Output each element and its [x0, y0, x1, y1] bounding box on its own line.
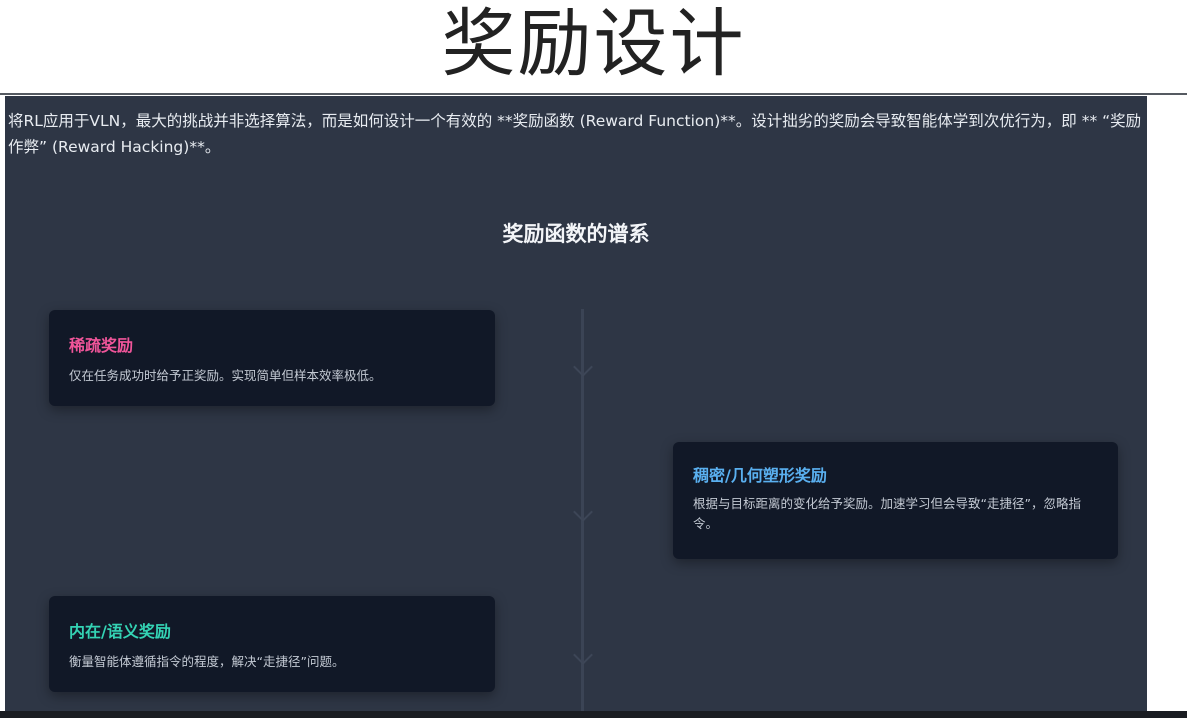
section-title: 奖励函数的谱系	[502, 222, 650, 246]
reward-card-description: 根据与目标距离的变化给予奖励。加速学习但会导致“走捷径”，忽略指令。	[693, 496, 1081, 531]
intro-paragraph: 将RL应用于VLN，最大的挑战并非选择算法，而是如何设计一个有效的 **奖励函数…	[8, 112, 1142, 156]
chevron-down-icon	[573, 502, 593, 522]
reward-card-intrinsic: 内在/语义奖励 衡量智能体遵循指令的程度，解决“走捷径”问题。	[49, 596, 495, 692]
reward-card-title: 内在/语义奖励	[69, 622, 171, 641]
reward-card-sparse: 稀疏奖励 仅在任务成功时给予正奖励。实现简单但样本效率极低。	[49, 310, 495, 406]
reward-card-dense: 稠密/几何塑形奖励 根据与目标距离的变化给予奖励。加速学习但会导致“走捷径”，忽…	[673, 442, 1118, 559]
reward-card-description: 仅在任务成功时给予正奖励。实现简单但样本效率极低。	[69, 368, 382, 383]
title-divider	[0, 93, 1187, 95]
reward-card-title: 稀疏奖励	[69, 336, 134, 355]
page-title: 奖励设计	[441, 1, 746, 87]
reward-card-description: 衡量智能体遵循指令的程度，解决“走捷径”问题。	[69, 654, 345, 669]
bottom-bar	[0, 711, 1187, 718]
chevron-down-icon	[573, 357, 593, 377]
reward-card-title: 稠密/几何塑形奖励	[693, 466, 827, 485]
chevron-down-icon	[573, 645, 593, 665]
content-panel: 将RL应用于VLN，最大的挑战并非选择算法，而是如何设计一个有效的 **奖励函数…	[5, 96, 1147, 711]
